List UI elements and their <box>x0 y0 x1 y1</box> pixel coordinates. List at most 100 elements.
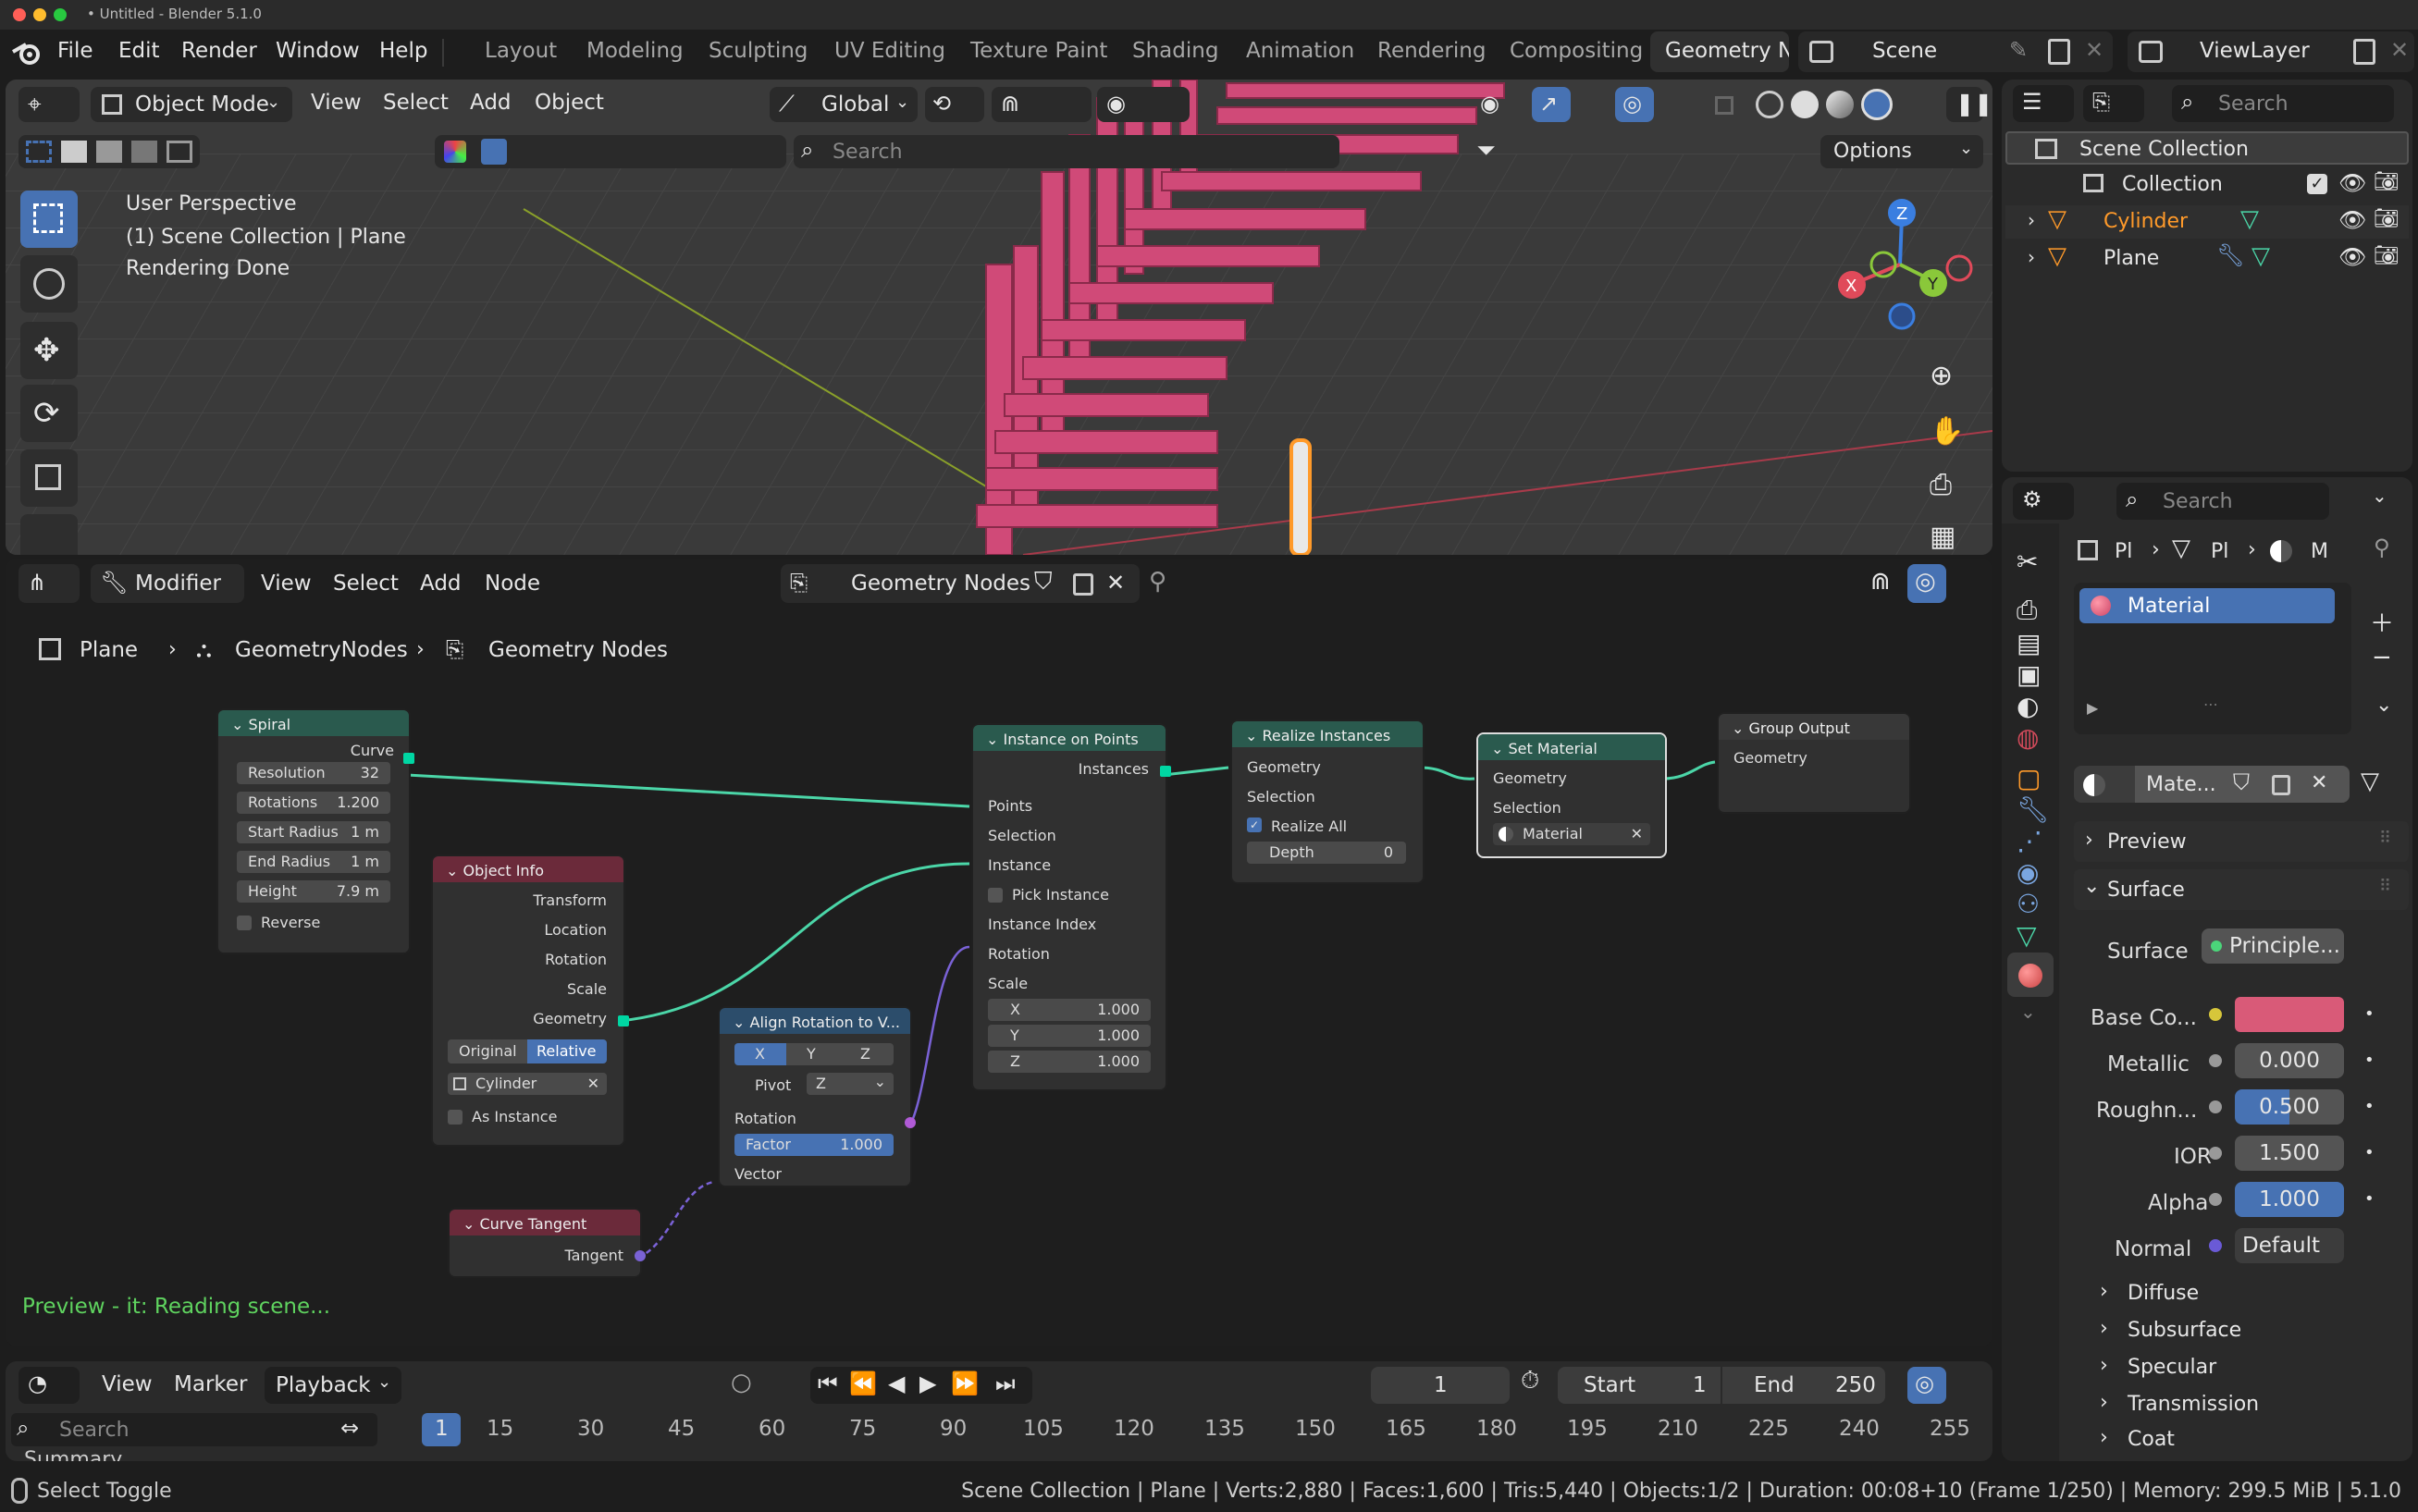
play-icon[interactable]: ▶ <box>919 1372 936 1395</box>
timeline-ruler[interactable]: 1 15 30 45 60 75 90 105 120 135 150 165 … <box>403 1413 1992 1461</box>
xray-toggle[interactable] <box>1711 87 1739 122</box>
scene-selector[interactable]: Scene ✎ ✕ <box>1798 31 2113 72</box>
object-info-node-header[interactable]: ⌄ Object Info <box>433 856 623 882</box>
depth-field[interactable]: Depth 0 <box>1247 842 1406 864</box>
mesh-filter-icon[interactable] <box>481 139 507 165</box>
group-output-node[interactable]: ⌄ Group Output Geometry <box>1719 714 1909 812</box>
scale-y-field[interactable]: Y 1.000 <box>988 1025 1151 1047</box>
unlink-icon[interactable]: ✕ <box>2311 773 2327 793</box>
view-layer-tab-icon[interactable]: ▣ <box>2017 662 2041 688</box>
properties-search[interactable]: ⌕ Search <box>2116 483 2329 520</box>
keyframe-dot[interactable]: • <box>2364 1145 2375 1162</box>
workspace-tab-rendering[interactable]: Rendering <box>1377 41 1486 62</box>
pivot-dropdown[interactable]: ⟲ <box>925 87 984 122</box>
timeline-menu-marker[interactable]: Marker <box>174 1374 248 1395</box>
menu-help[interactable]: Help <box>379 41 427 62</box>
options-dropdown[interactable]: Options ⌄ <box>1820 135 1983 168</box>
minimize-window-button[interactable] <box>33 8 46 21</box>
material-slot-list[interactable]: Material ▶ ⋯ <box>2074 583 2351 734</box>
add-slot-icon[interactable]: ＋ <box>2370 612 2394 636</box>
base-color-swatch[interactable] <box>2235 997 2344 1032</box>
remove-slot-icon[interactable]: − <box>2372 645 2392 670</box>
outliner[interactable]: ☰ ⎘ ⌕ Search Scene Collection Collection… <box>2002 80 2412 472</box>
workspace-tab-compositing[interactable]: Compositing <box>1510 41 1643 62</box>
keyframe-dot[interactable]: • <box>2364 1052 2375 1069</box>
clear-material-icon[interactable]: ✕ <box>1631 827 1643 842</box>
auto-keying-icon[interactable]: ○ <box>731 1371 752 1395</box>
rotation-output-socket[interactable] <box>905 1117 916 1128</box>
height-field[interactable]: Height 7.9 m <box>237 880 390 903</box>
material-slot-item[interactable]: Material <box>2079 588 2335 623</box>
outliner-item-cylinder[interactable]: › ▽ Cylinder ▽ 👁︎ 📷︎ <box>2005 205 2409 239</box>
tangent-output-socket[interactable] <box>635 1250 646 1261</box>
timeline-menu-view[interactable]: View <box>102 1374 153 1395</box>
workspace-tab-modeling[interactable]: Modeling <box>586 41 684 62</box>
expand-arrow-icon[interactable]: › <box>2028 211 2035 229</box>
drag-handle-icon[interactable]: ⠿ <box>2379 830 2391 847</box>
resolution-field[interactable]: Resolution 32 <box>237 762 390 784</box>
normal-field[interactable]: Default <box>2235 1228 2344 1263</box>
pin-icon[interactable]: ✎ <box>2009 39 2028 61</box>
chevron-down-icon[interactable]: ⌄ <box>2375 695 2392 716</box>
editor-type-button[interactable]: ⌖ <box>19 87 80 122</box>
instance-on-points-node[interactable]: ⌄ Instance on Points Instances Points Se… <box>973 725 1171 1089</box>
world-tab-icon[interactable]: ◍ <box>2017 725 2039 751</box>
physics-tab-icon[interactable]: ◉ <box>2017 860 2039 886</box>
properties-editor[interactable]: ⚙ ⌕ Search ⌄ ✂ ⎙ ▤ ▣ ◐ ◍ ▢ 🔧︎ ⋰ ◉ ⚇ ▽ ⌄ … <box>2002 477 2412 1461</box>
overlay-toggle[interactable]: ◎ <box>1615 87 1654 122</box>
factor-field[interactable]: Factor 1.000 <box>734 1134 894 1156</box>
object-info-node[interactable]: ⌄ Object Info Transform Location Rotatio… <box>433 856 629 1145</box>
workspace-tab-geometry-nodes[interactable]: Geometry No <box>1650 31 1789 72</box>
original-toggle[interactable]: Original <box>448 1039 527 1063</box>
select-subtract-icon[interactable] <box>96 141 122 163</box>
fake-user-icon[interactable]: ⛉ <box>2233 771 2250 793</box>
menu-render[interactable]: Render <box>181 41 257 62</box>
menu-window[interactable]: Window <box>276 41 360 62</box>
start-frame-field[interactable]: Start 1 <box>1558 1367 1721 1404</box>
workspace-tab-animation[interactable]: Animation <box>1246 41 1354 62</box>
tool-scale[interactable] <box>20 449 78 507</box>
gizmo-toggle[interactable]: ↗ <box>1532 87 1571 122</box>
rotations-field[interactable]: Rotations 1.200 <box>237 792 390 814</box>
end-radius-field[interactable]: End Radius 1 m <box>237 851 390 873</box>
filter-dropdown[interactable]: ⏷ <box>1473 135 1534 168</box>
surface-panel-header[interactable]: ⌄ Surface ⠿ <box>2074 869 2409 910</box>
new-view-layer-icon[interactable] <box>2353 39 2375 65</box>
select-extend-icon[interactable] <box>61 141 87 163</box>
realize-instances-node[interactable]: ⌄ Realize Instances Geometry Selection ✓… <box>1232 721 1423 882</box>
shading-wireframe[interactable] <box>1756 91 1783 118</box>
pause-render-button[interactable]: ❚❚ <box>1946 87 1992 122</box>
outliner-editor-type[interactable]: ☰ <box>2013 85 2074 122</box>
set-material-node[interactable]: ⌄ Set Material Geometry Selection Materi… <box>1478 734 1665 856</box>
visibility-dropdown[interactable]: ◉ <box>1474 87 1521 122</box>
stopwatch-icon[interactable]: ⏱ <box>1521 1369 1539 1393</box>
particles-tab-icon[interactable]: ⋰ <box>2017 829 2042 854</box>
collection-row[interactable]: Collection ✓ 👁︎ 📷︎ <box>2005 168 2409 202</box>
scale-z-field[interactable]: Z 1.000 <box>988 1051 1151 1073</box>
material-name-field[interactable]: Mate... ⛉ ✕ <box>2135 766 2350 803</box>
curve-tangent-node-header[interactable]: ⌄ Curve Tangent <box>450 1210 640 1235</box>
instance-on-points-node-header[interactable]: ⌄ Instance on Points <box>973 725 1166 751</box>
3d-viewport[interactable]: ⌖ Object Mode ⌄ View Select Add Object ⟋… <box>6 80 1992 555</box>
display-mode-dropdown[interactable]: ⎘ <box>2083 85 2144 122</box>
object-type-filter[interactable] <box>435 135 786 168</box>
axis-z-toggle[interactable]: Z <box>840 1043 894 1065</box>
relative-toggle[interactable]: Relative <box>527 1039 607 1063</box>
blender-logo-icon[interactable] <box>11 39 43 67</box>
geometry-output-socket[interactable] <box>618 1015 629 1026</box>
tool-cursor[interactable] <box>20 255 78 313</box>
curve-output-socket[interactable] <box>403 753 414 764</box>
snap-toggle[interactable]: ⋒ <box>992 87 1092 122</box>
viewport-menu-select[interactable]: Select <box>383 92 449 114</box>
constraints-tab-icon[interactable]: ⚇ <box>2017 891 2040 917</box>
navigation-gizmo[interactable]: Z X Y <box>1819 191 1985 431</box>
align-rotation-node[interactable]: ⌄ Align Rotation to V... X Y Z Pivot Z ⌄ … <box>720 1008 916 1186</box>
pick-instance-checkbox[interactable] <box>988 888 1003 903</box>
jump-keyframe-forward-icon[interactable]: ⏩ <box>951 1372 979 1395</box>
start-radius-field[interactable]: Start Radius 1 m <box>237 821 390 843</box>
axis-y-toggle[interactable]: Y <box>786 1043 840 1065</box>
tool-rotate[interactable]: ⟳ <box>20 385 78 442</box>
output-tab-icon[interactable]: ▤ <box>2017 631 2041 657</box>
material-selector[interactable]: Material ✕ <box>1493 823 1650 845</box>
play-reverse-icon[interactable]: ◀ <box>888 1372 905 1395</box>
